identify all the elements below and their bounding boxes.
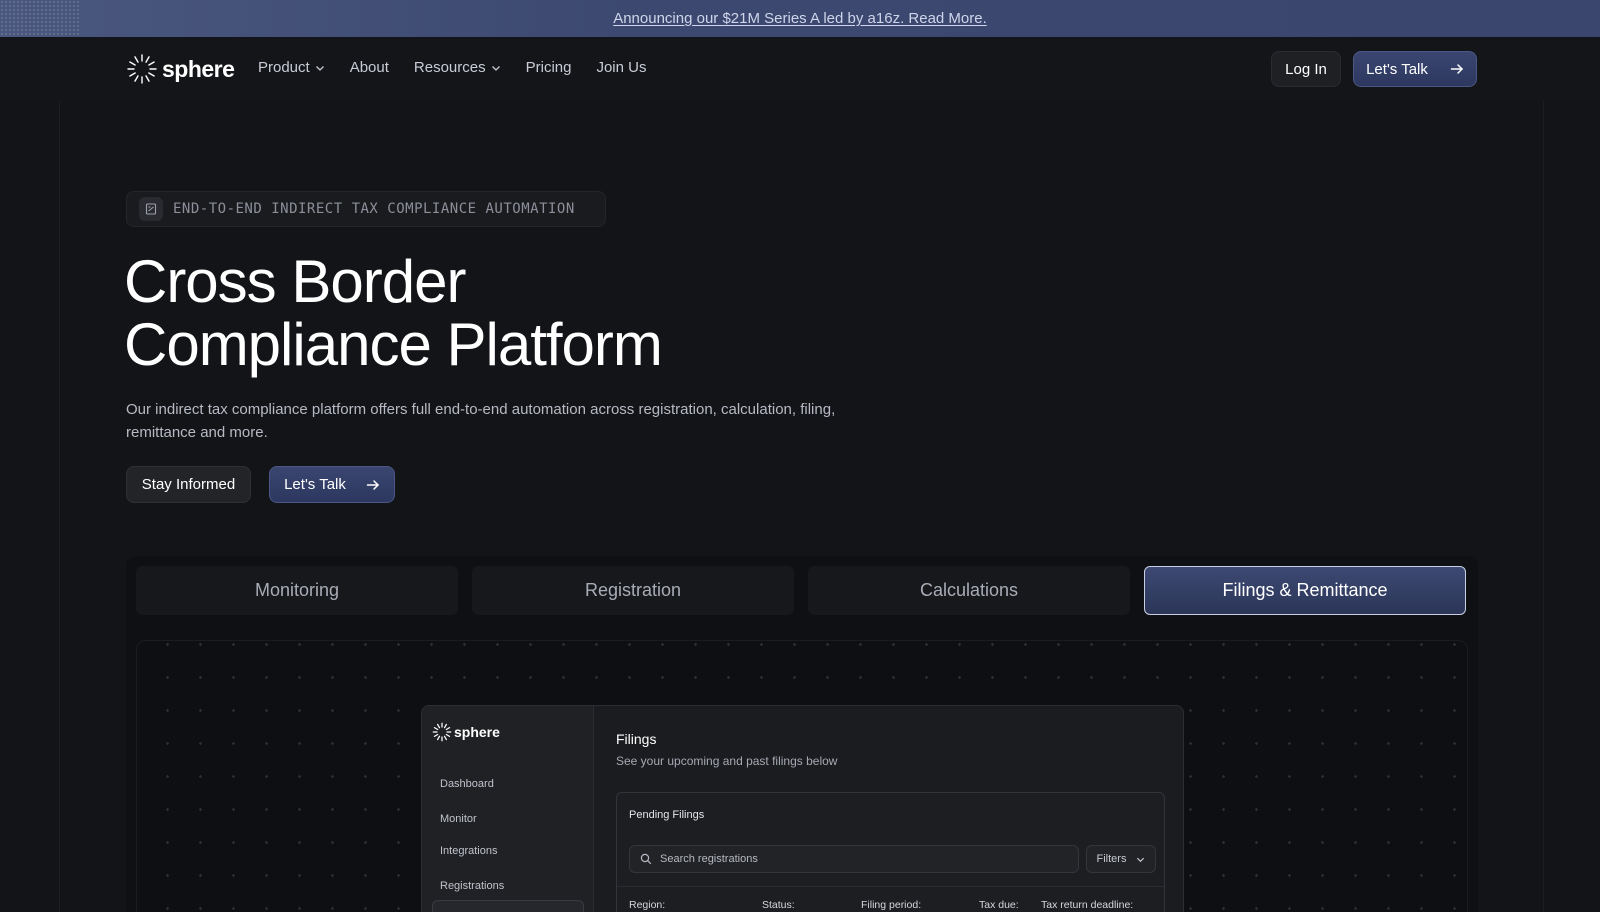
nav-item-join-us[interactable]: Join Us xyxy=(596,59,646,76)
app-sidebar-item-dashboard[interactable]: Dashboard xyxy=(440,778,494,790)
app-page-subtitle: See your upcoming and past filings below xyxy=(616,754,838,768)
tab-calculations[interactable]: Calculations xyxy=(808,566,1130,615)
filters-label: Filters xyxy=(1096,853,1127,865)
column-header-region: Region: xyxy=(629,899,666,911)
pending-filings-card: Pending Filings Search registrations Fil… xyxy=(616,792,1165,912)
nav-item-about[interactable]: About xyxy=(350,59,389,76)
eyebrow-text: END-TO-END INDIRECT TAX COMPLIANCE AUTOM… xyxy=(173,201,575,217)
headline-line-1: Cross Border xyxy=(124,248,466,315)
headline-line-2: Compliance Platform xyxy=(124,311,663,378)
chevron-down-icon xyxy=(315,65,324,71)
announcement-link[interactable]: Announcing our $21M Series A led by a16z… xyxy=(613,10,987,27)
search-input[interactable]: Search registrations xyxy=(629,845,1079,873)
arrow-right-icon xyxy=(366,479,379,490)
chevron-down-icon xyxy=(1137,857,1145,862)
app-brand-logo: sphere xyxy=(432,722,500,742)
left-guide-line xyxy=(59,101,60,912)
app-sidebar: sphere Dashboard Monitor Integrations Re… xyxy=(422,706,594,912)
hero-description: Our indirect tax compliance platform off… xyxy=(126,401,836,441)
app-preview-window: sphere Dashboard Monitor Integrations Re… xyxy=(421,705,1184,912)
app-page-title: Filings xyxy=(616,731,657,747)
tab-registration[interactable]: Registration xyxy=(472,566,794,615)
column-header-filing-period: Filing period: xyxy=(861,899,922,911)
nav-item-label: Resources xyxy=(413,59,486,76)
card-title: Pending Filings xyxy=(629,809,705,821)
top-nav: sphere Product About Resources Pricing J… xyxy=(0,37,1600,101)
app-main-content: Filings See your upcoming and past filin… xyxy=(594,706,1183,912)
nav-item-resources[interactable]: Resources xyxy=(414,59,501,76)
nav-item-pricing[interactable]: Pricing xyxy=(526,59,572,76)
stay-informed-button[interactable]: Stay Informed xyxy=(126,466,251,503)
main-menu: Product About Resources Pricing Join Us xyxy=(258,59,647,76)
hero-headline: Cross Border Compliance Platform xyxy=(124,250,924,376)
button-label: Let's Talk xyxy=(284,476,346,493)
feature-tabs: Monitoring Registration Calculations Fil… xyxy=(136,566,1466,615)
tab-filings-remittance[interactable]: Filings & Remittance xyxy=(1144,566,1466,615)
button-label: Let's Talk xyxy=(1366,60,1428,78)
login-button[interactable]: Log In xyxy=(1271,51,1341,87)
eyebrow-badge: END-TO-END INDIRECT TAX COMPLIANCE AUTOM… xyxy=(126,191,606,227)
brand-wordmark: sphere xyxy=(162,55,235,82)
nav-item-label: Join Us xyxy=(596,59,647,76)
nav-item-label: About xyxy=(349,59,389,76)
column-header-tax-due: Tax due: xyxy=(979,899,1019,911)
chevron-down-icon xyxy=(491,65,500,71)
hero-lets-talk-button[interactable]: Let's Talk xyxy=(269,466,395,503)
app-sidebar-item-registrations[interactable]: Registrations xyxy=(440,880,504,892)
search-icon xyxy=(640,853,652,865)
search-placeholder: Search registrations xyxy=(660,853,758,865)
app-sidebar-item-monitor[interactable]: Monitor xyxy=(440,813,477,825)
announcement-texture xyxy=(0,0,80,37)
app-sidebar-item-integrations[interactable]: Integrations xyxy=(440,845,497,857)
receipt-icon xyxy=(139,197,163,221)
app-brand-wordmark: sphere xyxy=(454,724,500,740)
right-guide-line xyxy=(1543,101,1544,912)
sphere-logo-icon xyxy=(432,722,452,742)
nav-item-label: Pricing xyxy=(525,59,572,76)
card-divider xyxy=(617,886,1164,887)
nav-lets-talk-button[interactable]: Let's Talk xyxy=(1353,51,1477,87)
column-header-deadline: Tax return deadline: xyxy=(1041,899,1134,911)
tab-monitoring[interactable]: Monitoring xyxy=(136,566,458,615)
arrow-right-icon xyxy=(1450,64,1463,74)
nav-item-product[interactable]: Product xyxy=(258,59,325,76)
brand-logo[interactable]: sphere xyxy=(126,53,235,85)
column-header-status: Status: xyxy=(762,899,795,911)
app-sidebar-selected-item[interactable] xyxy=(432,900,584,912)
sphere-logo-icon xyxy=(127,54,157,84)
filters-dropdown[interactable]: Filters xyxy=(1086,845,1156,873)
announcement-bar: Announcing our $21M Series A led by a16z… xyxy=(0,0,1600,37)
nav-item-label: Product xyxy=(258,59,310,76)
